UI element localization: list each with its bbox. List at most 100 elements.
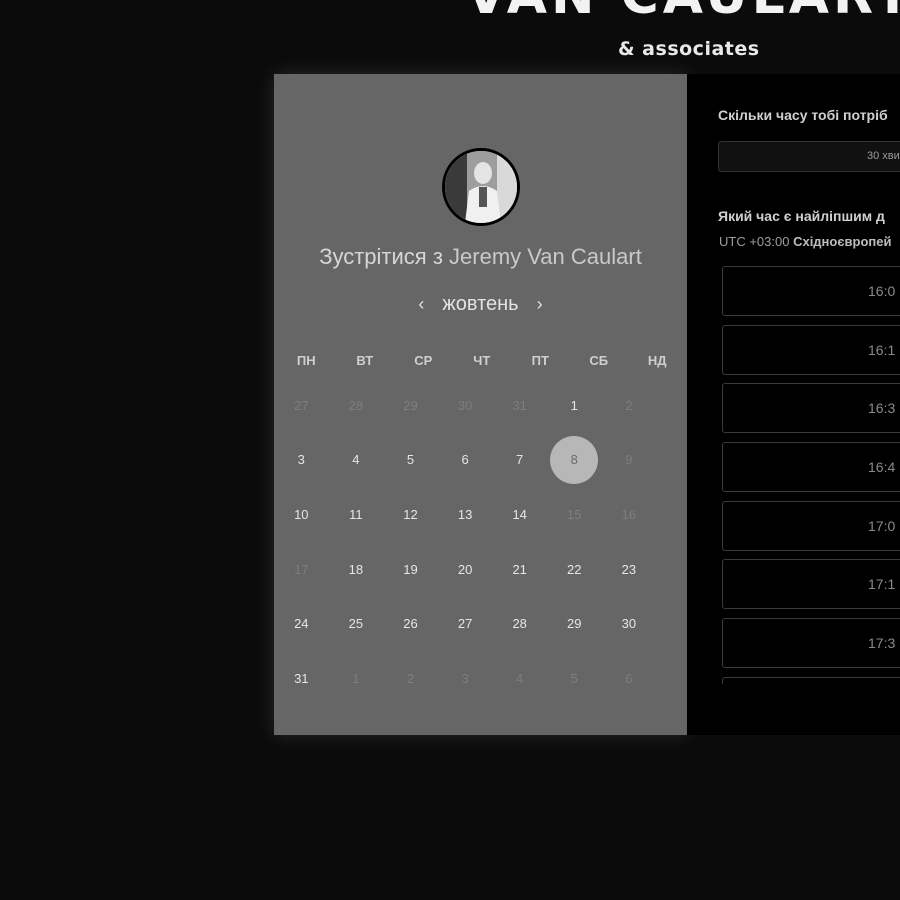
timezone-name: Східноєвропей (793, 234, 892, 249)
calendar-day-number: 31 (294, 670, 309, 686)
calendar-day-number: 3 (297, 452, 305, 468)
calendar-day: 29 (383, 381, 438, 429)
calendar-day-number: 23 (621, 561, 637, 577)
calendar-day: 16 (602, 490, 657, 538)
prev-month-button[interactable]: ‹ (414, 294, 428, 315)
calendar-day[interactable]: 19 (383, 545, 438, 593)
calendar-panel: Зустрітися з Jeremy Van Caulart ‹ жовтен… (274, 74, 687, 735)
calendar-day: 2 (383, 654, 438, 702)
calendar-day[interactable]: 5 (383, 436, 438, 484)
time-slot-button[interactable]: 17:0 (722, 500, 900, 551)
calendar-day-number: 4 (516, 670, 524, 686)
calendar-day-number: 30 (621, 616, 637, 632)
calendar-weeks: 27 28 29 30 31 1 2 3 4 5 6 7 8 9 10 11 12 13 14 15 16 17 18 19 2… (277, 378, 687, 706)
calendar-day-number: 10 (294, 506, 309, 522)
calendar-day-number: 2 (625, 397, 633, 413)
timezone-label[interactable]: UTC +03:00 Східноєвропей (719, 234, 891, 249)
calendar-day-number: 6 (625, 670, 633, 686)
timezone-offset: UTC +03:00 (719, 234, 790, 249)
calendar-day[interactable]: 3 (274, 436, 329, 484)
calendar-day-number: 3 (461, 670, 469, 686)
calendar-day-number: 22 (567, 561, 582, 577)
calendar-day[interactable]: 23 (602, 545, 657, 593)
calendar-day[interactable]: 11 (329, 490, 384, 538)
weekday-header: ПН ВТ СР ЧТ ПТ СБ НД (277, 342, 687, 378)
time-slot-button[interactable] (722, 676, 900, 684)
calendar-day: 1 (329, 654, 384, 702)
calendar-day-number: 27 (457, 616, 473, 632)
calendar-day-number: 2 (406, 670, 415, 686)
calendar-day: 2 (602, 381, 657, 429)
calendar-day[interactable]: 7 (492, 436, 547, 484)
calendar-day: 17 (274, 545, 329, 593)
calendar-day-number: 8 (550, 435, 599, 484)
duration-select[interactable]: 30 хви (718, 141, 900, 172)
weekday-label: ПТ (531, 352, 549, 368)
calendar-day-number: 31 (512, 397, 527, 413)
calendar-day: 27 (274, 381, 329, 429)
month-navigation: ‹ жовтень › (274, 290, 687, 318)
calendar-day[interactable]: 28 (492, 600, 547, 648)
calendar-day-number: 12 (403, 506, 418, 522)
calendar-day[interactable]: 27 (438, 600, 493, 648)
calendar-day[interactable]: 24 (274, 600, 329, 648)
calendar-week-row: 24 25 26 27 28 29 30 (274, 596, 687, 651)
time-slot-button[interactable]: 17:1 (722, 559, 900, 610)
calendar-day[interactable]: 31 (274, 654, 329, 702)
calendar-day[interactable]: 22 (547, 545, 602, 593)
time-slot-button[interactable]: 16:3 (722, 383, 900, 434)
time-slot-button[interactable]: 16:0 (722, 266, 900, 316)
calendar-day[interactable]: 14 (492, 490, 547, 538)
calendar-day-number: 18 (348, 561, 364, 577)
calendar-day[interactable]: 18 (329, 545, 384, 593)
calendar-day-number: 14 (512, 506, 527, 522)
calendar-day: 9 (602, 436, 657, 484)
calendar-day-number: 28 (348, 397, 364, 413)
weekday-label: ЧТ (473, 352, 491, 368)
calendar-day[interactable]: 13 (438, 490, 493, 538)
calendar-day-number: 19 (403, 561, 418, 577)
calendar-day-number: 15 (567, 506, 582, 522)
next-month-button[interactable]: › (533, 294, 547, 315)
calendar-day-number: 30 (457, 397, 473, 413)
calendar-day-number: 1 (570, 397, 578, 413)
calendar-day[interactable]: 29 (547, 600, 602, 648)
host-avatar (442, 148, 520, 226)
calendar-day[interactable]: 20 (438, 545, 493, 593)
calendar-day[interactable]: 26 (383, 600, 438, 648)
calendar-day-number: 27 (294, 397, 309, 413)
brand-header: VAN CAULART & associates (0, 0, 900, 72)
calendar-day-selected[interactable]: 8 (547, 435, 602, 484)
calendar-day-number: 21 (512, 561, 527, 577)
calendar-day[interactable]: 21 (492, 545, 547, 593)
brand-subtitle: & associates (618, 38, 760, 60)
calendar-day[interactable]: 12 (383, 490, 438, 538)
weekday-label: СБ (589, 352, 609, 368)
time-slot-button[interactable]: 16:4 (722, 442, 900, 493)
calendar-day-number: 29 (567, 616, 582, 632)
calendar-week-row: 31 1 2 3 4 5 6 (274, 651, 687, 706)
calendar-day-number: 13 (457, 506, 473, 522)
calendar-day-number: 5 (570, 670, 578, 686)
calendar-day-number: 5 (406, 452, 415, 468)
time-slot-button[interactable]: 16:1 (722, 324, 900, 375)
calendar-day: 3 (438, 654, 493, 702)
meeting-title: Зустрітися з Jeremy Van Caulart (274, 244, 687, 270)
brand-title: VAN CAULART (466, 0, 900, 26)
calendar-day-number: 24 (294, 616, 309, 632)
calendar-day-number: 4 (352, 452, 360, 468)
time-slot-button[interactable]: 17:3 (722, 618, 900, 669)
calendar-day: 6 (602, 654, 657, 702)
calendar-day[interactable]: 10 (274, 490, 329, 538)
calendar-day[interactable]: 1 (547, 381, 602, 429)
calendar-day-number: 25 (348, 616, 364, 632)
calendar-day-number: 11 (349, 506, 363, 522)
calendar-day[interactable]: 6 (438, 436, 493, 484)
calendar-day-number: 1 (352, 670, 360, 686)
weekday-label: НД (647, 352, 667, 368)
calendar-day[interactable]: 25 (329, 600, 384, 648)
calendar-day[interactable]: 30 (602, 600, 657, 648)
calendar-day: 4 (492, 654, 547, 702)
month-label: жовтень (442, 292, 519, 315)
calendar-day[interactable]: 4 (329, 436, 384, 484)
